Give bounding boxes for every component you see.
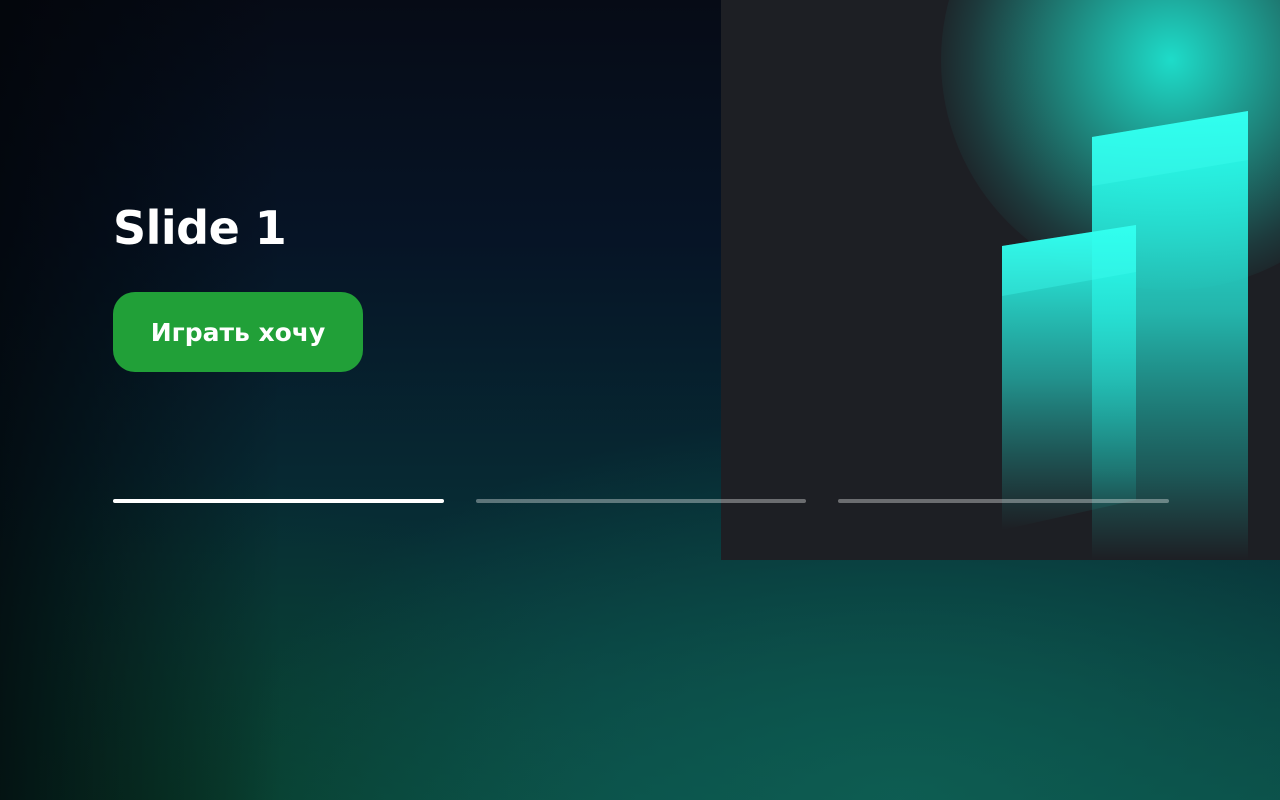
pager-indicator-1[interactable]: [113, 499, 444, 503]
pager-indicator-2[interactable]: [476, 499, 806, 503]
pager-indicator-3[interactable]: [838, 499, 1169, 503]
slide-pager: [113, 499, 1169, 504]
slide-title: Slide 1: [113, 201, 287, 255]
slide-stage: Slide 1 Играть хочу: [0, 0, 1280, 800]
play-button[interactable]: Играть хочу: [113, 292, 363, 372]
slide-content: Slide 1 Играть хочу: [113, 0, 1169, 560]
